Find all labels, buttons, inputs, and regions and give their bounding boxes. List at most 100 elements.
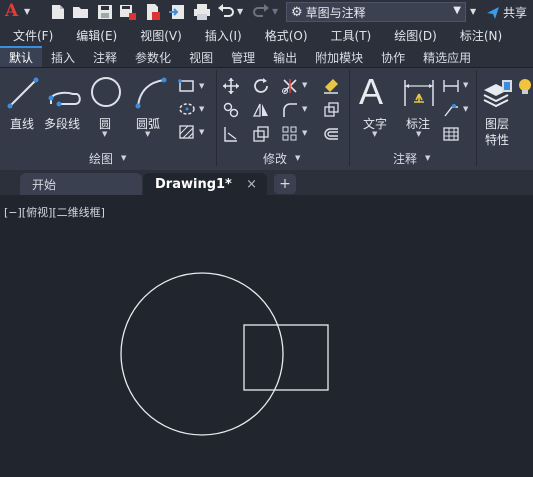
table-tool-button[interactable] xyxy=(442,125,460,143)
panel-divider xyxy=(349,70,350,166)
arc-dropdown-icon[interactable]: ▼ xyxy=(145,130,150,138)
circle-tool-button[interactable] xyxy=(90,76,122,108)
drawn-circle[interactable] xyxy=(120,272,284,436)
new-file-icon[interactable] xyxy=(49,3,67,21)
ellipse-dropdown-icon[interactable]: ▼ xyxy=(199,105,204,113)
arc-tool-button[interactable] xyxy=(134,76,168,110)
start-tab-label: 开始 xyxy=(32,177,57,192)
gear-icon: ⚙ xyxy=(291,4,303,20)
text-dropdown-icon[interactable]: ▼ xyxy=(372,130,377,138)
dimension-icon xyxy=(404,80,434,106)
app-logo-button[interactable]: A xyxy=(4,1,22,21)
draw-panel-label[interactable]: 绘图 xyxy=(89,150,113,167)
lightbulb-icon[interactable] xyxy=(516,78,533,96)
text-tool-button[interactable]: A xyxy=(359,74,383,110)
line-label[interactable]: 直线 xyxy=(10,115,34,132)
start-tab[interactable]: 开始 xyxy=(20,173,142,195)
tab-home[interactable]: 默认 xyxy=(0,46,43,67)
ellipse-icon xyxy=(179,103,195,115)
drawing-canvas[interactable] xyxy=(0,195,533,477)
trim-tool-button[interactable] xyxy=(281,77,299,95)
new-tab-button[interactable]: + xyxy=(274,174,296,194)
leader-tool-button[interactable] xyxy=(442,101,460,119)
drawing-tab[interactable]: Drawing1* × xyxy=(143,173,267,195)
array-dropdown-icon[interactable]: ▼ xyxy=(302,129,307,137)
explode-tool-button[interactable] xyxy=(322,101,340,119)
polyline-icon xyxy=(48,91,81,107)
ribbon-panel: 直线 多段线 圆 ▼ 圆弧 ▼ ▼ ▼ ▼ 绘图 ▼ ▼ ▼ ▼ 修改 ▼ A … xyxy=(0,68,533,170)
app-menu-arrow-icon[interactable]: ▼ xyxy=(24,7,42,25)
tab-output[interactable]: 输出 xyxy=(264,46,306,67)
tab-manage[interactable]: 管理 xyxy=(222,46,264,67)
annotation-panel-dropdown-icon[interactable]: ▼ xyxy=(425,154,430,162)
menu-edit[interactable]: 编辑(E) xyxy=(63,24,127,46)
share-button[interactable]: 共享 xyxy=(486,4,527,21)
stretch-tool-button[interactable] xyxy=(222,125,240,143)
tab-annotate[interactable]: 注释 xyxy=(84,46,126,67)
viewport-controls[interactable]: [−][俯视][二维线框] xyxy=(4,204,105,220)
hatch-dropdown-icon[interactable]: ▼ xyxy=(199,128,204,136)
trim-dropdown-icon[interactable]: ▼ xyxy=(302,81,307,89)
circle-dropdown-icon[interactable]: ▼ xyxy=(102,130,107,138)
menu-view[interactable]: 视图(V) xyxy=(127,24,192,46)
draw-panel-dropdown-icon[interactable]: ▼ xyxy=(121,154,126,162)
layer-properties-label[interactable]: 图层 xyxy=(485,115,509,132)
tab-collaborate[interactable]: 协作 xyxy=(372,46,414,67)
move-icon xyxy=(223,78,239,94)
workspace-select[interactable]: ⚙ 草图与注释 ▼ xyxy=(286,2,466,22)
layers-icon xyxy=(483,80,512,108)
modify-panel-label[interactable]: 修改 xyxy=(263,150,287,167)
close-icon[interactable]: × xyxy=(246,177,257,192)
linear-dimension-button[interactable] xyxy=(442,77,460,95)
drawn-rectangle[interactable] xyxy=(243,324,329,391)
tab-parametric[interactable]: 参数化 xyxy=(126,46,180,67)
rectangle-tool-button[interactable] xyxy=(178,78,196,94)
fillet-dropdown-icon[interactable]: ▼ xyxy=(302,105,307,113)
annotation-panel-label[interactable]: 注释 xyxy=(393,150,417,167)
undo-icon[interactable] xyxy=(217,3,235,21)
open-file-icon[interactable] xyxy=(72,3,90,21)
polyline-label[interactable]: 多段线 xyxy=(44,115,80,132)
scale-icon xyxy=(253,126,269,142)
tab-featured-apps[interactable]: 精选应用 xyxy=(414,46,480,67)
ellipse-tool-button[interactable] xyxy=(178,101,196,117)
line-tool-button[interactable] xyxy=(6,76,40,110)
export-icon[interactable] xyxy=(168,3,186,21)
linear-dimension-dropdown-icon[interactable]: ▼ xyxy=(463,81,468,89)
tab-view[interactable]: 视图 xyxy=(180,46,222,67)
menu-tools[interactable]: 工具(T) xyxy=(318,24,382,46)
hatch-tool-button[interactable] xyxy=(178,124,196,140)
array-tool-button[interactable] xyxy=(281,125,299,143)
tab-addins[interactable]: 附加模块 xyxy=(306,46,372,67)
leader-dropdown-icon[interactable]: ▼ xyxy=(463,105,468,113)
fillet-tool-button[interactable] xyxy=(281,101,299,119)
move-tool-button[interactable] xyxy=(222,77,240,95)
menu-format[interactable]: 格式(O) xyxy=(252,24,318,46)
linear-dimension-icon xyxy=(443,80,459,92)
web-mobile-icon[interactable] xyxy=(144,3,162,21)
layer-properties-label-2[interactable]: 特性 xyxy=(485,131,509,148)
offset-icon xyxy=(324,128,338,140)
dimension-tool-button[interactable] xyxy=(402,76,436,110)
modify-panel-dropdown-icon[interactable]: ▼ xyxy=(295,154,300,162)
scale-tool-button[interactable] xyxy=(252,125,270,143)
redo-icon[interactable] xyxy=(252,3,270,21)
rotate-tool-button[interactable] xyxy=(252,77,270,95)
save-as-icon[interactable] xyxy=(119,3,137,21)
menu-dimension[interactable]: 标注(N) xyxy=(447,24,512,46)
tab-insert[interactable]: 插入 xyxy=(42,46,84,67)
erase-icon xyxy=(324,79,338,94)
erase-tool-button[interactable] xyxy=(322,77,340,95)
plot-icon[interactable] xyxy=(193,3,211,21)
layer-properties-button[interactable] xyxy=(482,78,512,110)
polyline-tool-button[interactable] xyxy=(47,78,83,108)
dimension-dropdown-icon[interactable]: ▼ xyxy=(416,130,421,138)
rectangle-dropdown-icon[interactable]: ▼ xyxy=(199,82,204,90)
copy-tool-button[interactable] xyxy=(222,101,240,119)
save-icon[interactable] xyxy=(96,3,114,21)
menu-insert[interactable]: 插入(I) xyxy=(192,24,252,46)
menu-file[interactable]: 文件(F) xyxy=(0,24,63,46)
mirror-tool-button[interactable] xyxy=(252,101,270,119)
offset-tool-button[interactable] xyxy=(322,125,340,143)
menu-draw[interactable]: 绘图(D) xyxy=(381,24,447,46)
